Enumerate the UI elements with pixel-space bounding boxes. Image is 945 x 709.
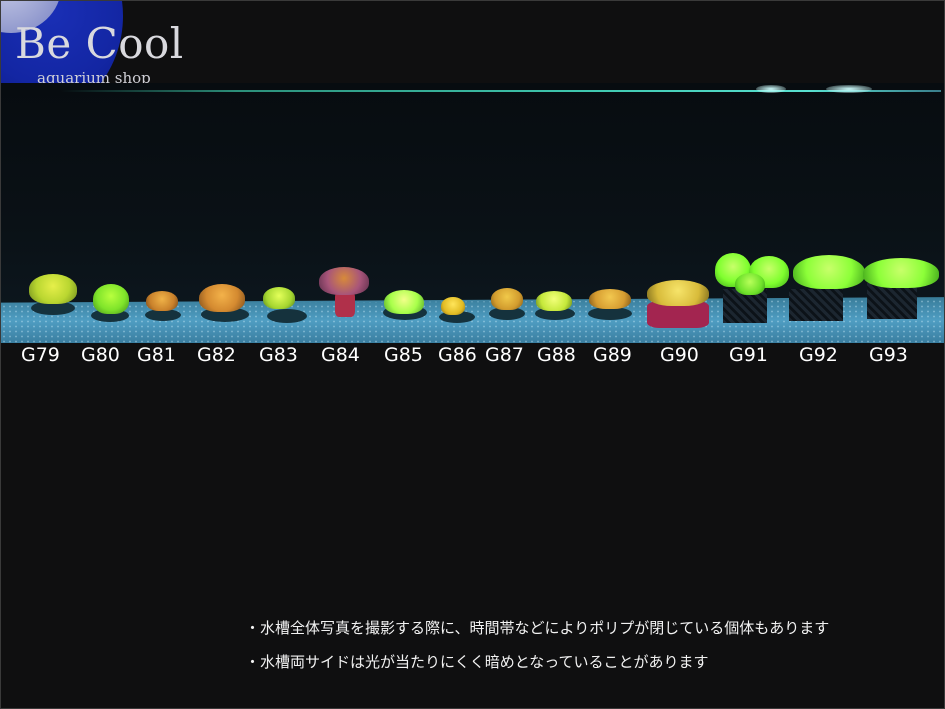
photo-frame: Be Cool aquarium shop G79 G80 G81 G82 G8… [0, 0, 945, 709]
specimen-label-g87: G87 [485, 344, 524, 366]
specimen-label-g92: G92 [799, 344, 838, 366]
water-surface-line [61, 90, 941, 92]
light-glint [826, 85, 872, 93]
specimen-label-g90: G90 [660, 344, 699, 366]
specimen-label-g81: G81 [137, 344, 176, 366]
specimen-label-g86: G86 [438, 344, 477, 366]
brand-name: Be Cool [15, 19, 184, 68]
specimen-label-g93: G93 [869, 344, 908, 366]
specimen-label-g85: G85 [384, 344, 423, 366]
note-sides-dark: ・水槽両サイドは光が当たりにくく暗めとなっていることがあります [245, 653, 709, 671]
specimen-label-g89: G89 [593, 344, 632, 366]
specimen-label-g82: G82 [197, 344, 236, 366]
light-glint [756, 85, 786, 93]
notes-block: ・水槽全体写真を撮影する際に、時間帯などによりポリプが閉じている個体もあります … [245, 618, 829, 686]
note-polyps-closed: ・水槽全体写真を撮影する際に、時間帯などによりポリプが閉じている個体もあります [245, 619, 830, 637]
specimen-label-g91: G91 [729, 344, 768, 366]
specimen-label-g88: G88 [537, 344, 576, 366]
specimen-label-g83: G83 [259, 344, 298, 366]
specimen-label-g80: G80 [81, 344, 120, 366]
specimen-label-g79: G79 [21, 344, 60, 366]
specimen-label-g84: G84 [321, 344, 360, 366]
